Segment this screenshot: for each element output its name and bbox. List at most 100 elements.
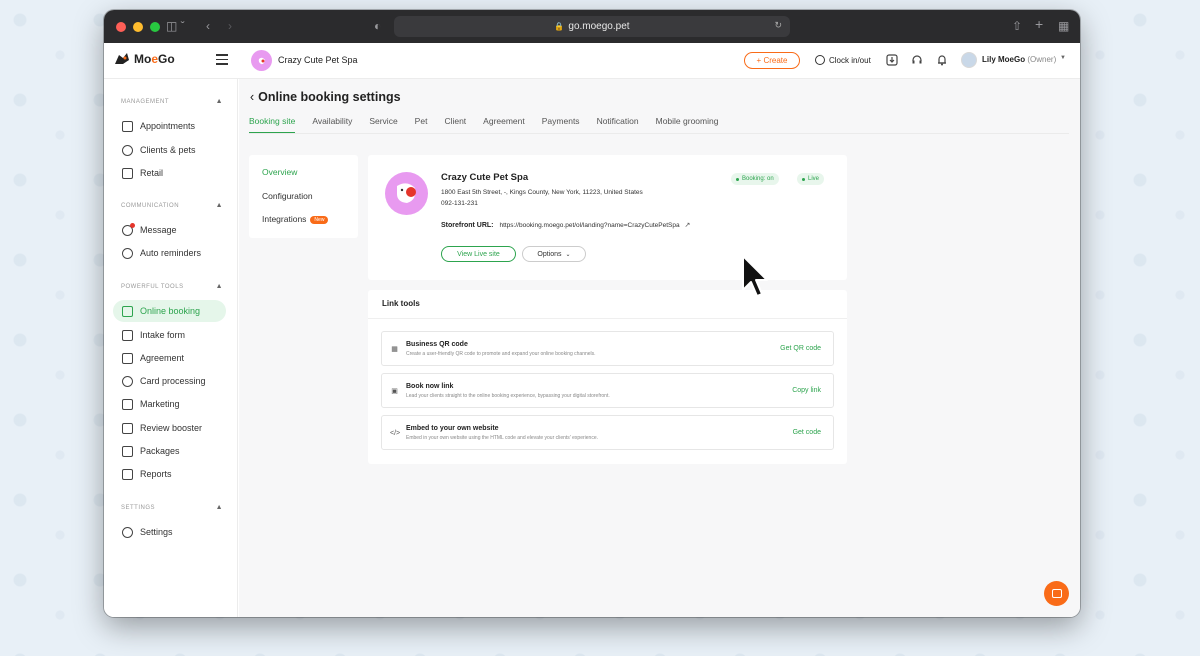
download-icon[interactable]	[886, 54, 898, 66]
tab-service[interactable]: Service	[369, 116, 397, 133]
tab-booking-site[interactable]: Booking site	[249, 116, 296, 133]
subnav-overview[interactable]: Overview	[262, 167, 297, 177]
link-tool-desc: Lead your clients straight to the online…	[406, 393, 610, 399]
storefront-label: Storefront URL:	[441, 222, 494, 229]
user-menu[interactable]: Lily MoeGo (Owner)	[982, 55, 1056, 64]
chevron-down-icon: ⌄	[565, 251, 571, 258]
zoom-window-button[interactable]	[150, 21, 160, 32]
collapse-icon[interactable]: ▲	[216, 504, 223, 511]
sidebar-item-marketing[interactable]: Marketing	[113, 393, 226, 415]
storefront-url-link[interactable]: https://booking.moego.pet/ol/landing?nam…	[499, 222, 679, 229]
sidebar-item-intake-form[interactable]: Intake form	[113, 324, 226, 346]
back-arrow-icon[interactable]: ‹	[206, 19, 210, 33]
logo-text: MoeGo	[134, 52, 175, 66]
url-text: go.moego.pet	[568, 21, 630, 32]
moego-logo[interactable]: MoeGo	[114, 52, 175, 66]
tab-mobile-grooming[interactable]: Mobile grooming	[656, 116, 719, 133]
megaphone-icon	[122, 398, 133, 410]
browser-toolbar: ◫ ˇ ‹ › ◐ 🔒 go.moego.pet ↻ ⇧ + ▦	[104, 10, 1080, 43]
sidebar-item-retail[interactable]: Retail	[113, 162, 226, 184]
sidebar-item-agreement[interactable]: Agreement	[113, 347, 226, 369]
tab-pet[interactable]: Pet	[415, 116, 428, 133]
business-phone: 092-131-231	[441, 200, 478, 207]
link-tool-name: Embed to your own website	[406, 425, 499, 432]
sidebar-item-clients-pets[interactable]: Clients & pets	[113, 139, 226, 161]
window-controls	[116, 21, 160, 32]
sidebar-section-settings[interactable]: SETTINGS ▲	[121, 504, 223, 511]
subnav-configuration[interactable]: Configuration	[262, 191, 313, 201]
sidebar-section-management[interactable]: MANAGEMENT ▲	[121, 98, 223, 105]
crown-icon	[122, 422, 133, 434]
chat-support-button[interactable]	[1044, 581, 1069, 606]
address-bar[interactable]: 🔒 go.moego.pet ↻	[394, 16, 790, 37]
new-tab-icon[interactable]: +	[1035, 17, 1043, 31]
chevron-down-icon[interactable]: ▼	[1060, 55, 1066, 61]
dollar-icon	[122, 375, 133, 387]
business-avatar[interactable]	[251, 50, 272, 71]
sidebar-item-card-processing[interactable]: Card processing	[113, 370, 226, 392]
sidebar-item-review-booster[interactable]: Review booster	[113, 417, 226, 439]
collapse-icon[interactable]: ▲	[216, 283, 223, 290]
tab-client[interactable]: Client	[444, 116, 466, 133]
tab-payments[interactable]: Payments	[542, 116, 580, 133]
divider	[368, 318, 847, 319]
subnav-integrations[interactable]: Integrations New	[262, 214, 329, 224]
bell-icon[interactable]	[936, 54, 948, 66]
new-badge: New	[310, 215, 329, 224]
tab-overview-icon[interactable]: ▦	[1058, 19, 1069, 33]
tab-availability[interactable]: Availability	[312, 116, 352, 133]
user-name: Lily MoeGo	[982, 55, 1026, 64]
sidebar-section-communication[interactable]: COMMUNICATION ▲	[121, 202, 223, 209]
main-content: ‹ Online booking settings Booking site Av…	[239, 79, 1080, 617]
link-tool-row-qr: ▦ Business QR code Create a user-friendl…	[381, 331, 834, 366]
qr-code-icon: ▦	[391, 346, 398, 353]
minimize-window-button[interactable]	[133, 21, 143, 32]
sidebar-item-auto-reminders[interactable]: Auto reminders	[113, 242, 226, 264]
view-live-site-button[interactable]: View Live site	[441, 246, 516, 262]
alarm-icon	[122, 247, 133, 259]
clock-label: Clock in/out	[829, 55, 871, 65]
sidebar-section-powerful-tools[interactable]: POWERFUL TOOLS ▲	[121, 283, 223, 290]
reload-icon[interactable]: ↻	[774, 20, 782, 31]
external-link-icon[interactable]: ↗	[685, 222, 691, 229]
user-avatar[interactable]	[961, 52, 977, 68]
booking-site-subnav: Overview Configuration Integrations New	[249, 155, 358, 238]
forward-arrow-icon[interactable]: ›	[228, 19, 232, 33]
sidebar-item-appointments[interactable]: Appointments	[113, 115, 226, 137]
clock-in-out-button[interactable]: Clock in/out	[815, 55, 871, 65]
link-tool-row-book-now: ▣ Book now link Lead your clients straig…	[381, 373, 834, 408]
business-name[interactable]: Crazy Cute Pet Spa	[278, 55, 358, 65]
menu-toggle-icon[interactable]	[216, 54, 228, 68]
browser-window: ◫ ˇ ‹ › ◐ 🔒 go.moego.pet ↻ ⇧ + ▦ MoeGo C…	[104, 10, 1080, 617]
share-icon[interactable]: ⇧	[1012, 19, 1022, 33]
sidebar-item-online-booking[interactable]: Online booking	[113, 300, 226, 322]
get-code-button[interactable]: Get code	[793, 429, 821, 436]
copy-link-button[interactable]: Copy link	[792, 387, 821, 394]
options-dropdown-button[interactable]: Options ⌄	[522, 246, 586, 262]
lock-icon: 🔒	[554, 22, 565, 31]
calendar-icon	[122, 120, 133, 132]
mouse-cursor-icon	[742, 255, 768, 297]
tab-notification[interactable]: Notification	[597, 116, 639, 133]
sidebar-item-packages[interactable]: Packages	[113, 440, 226, 462]
get-qr-code-button[interactable]: Get QR code	[780, 345, 821, 352]
booking-icon	[122, 305, 133, 317]
link-tool-row-embed: </> Embed to your own website Embed in y…	[381, 415, 834, 450]
business-address: 1800 East 5th Street, -, Kings County, N…	[441, 189, 643, 196]
collapse-icon[interactable]: ▲	[216, 98, 223, 105]
business-name-heading: Crazy Cute Pet Spa	[441, 172, 529, 183]
sidebar-item-message[interactable]: Message	[113, 219, 226, 241]
back-chevron-icon[interactable]: ‹	[250, 90, 254, 104]
tab-agreement[interactable]: Agreement	[483, 116, 525, 133]
sidebar-item-reports[interactable]: Reports	[113, 463, 226, 485]
collapse-icon[interactable]: ▲	[216, 202, 223, 209]
create-button[interactable]: + Create	[744, 52, 800, 69]
link-icon: ▣	[391, 388, 398, 395]
headset-icon[interactable]	[911, 54, 923, 66]
close-window-button[interactable]	[116, 21, 126, 32]
shield-icon[interactable]: ◐	[374, 19, 381, 33]
sidebar-item-settings[interactable]: Settings	[113, 521, 226, 543]
clock-icon	[815, 55, 825, 65]
sidebar-toggle-icon[interactable]: ◫ ˇ	[166, 19, 185, 33]
chat-icon	[1051, 589, 1062, 598]
